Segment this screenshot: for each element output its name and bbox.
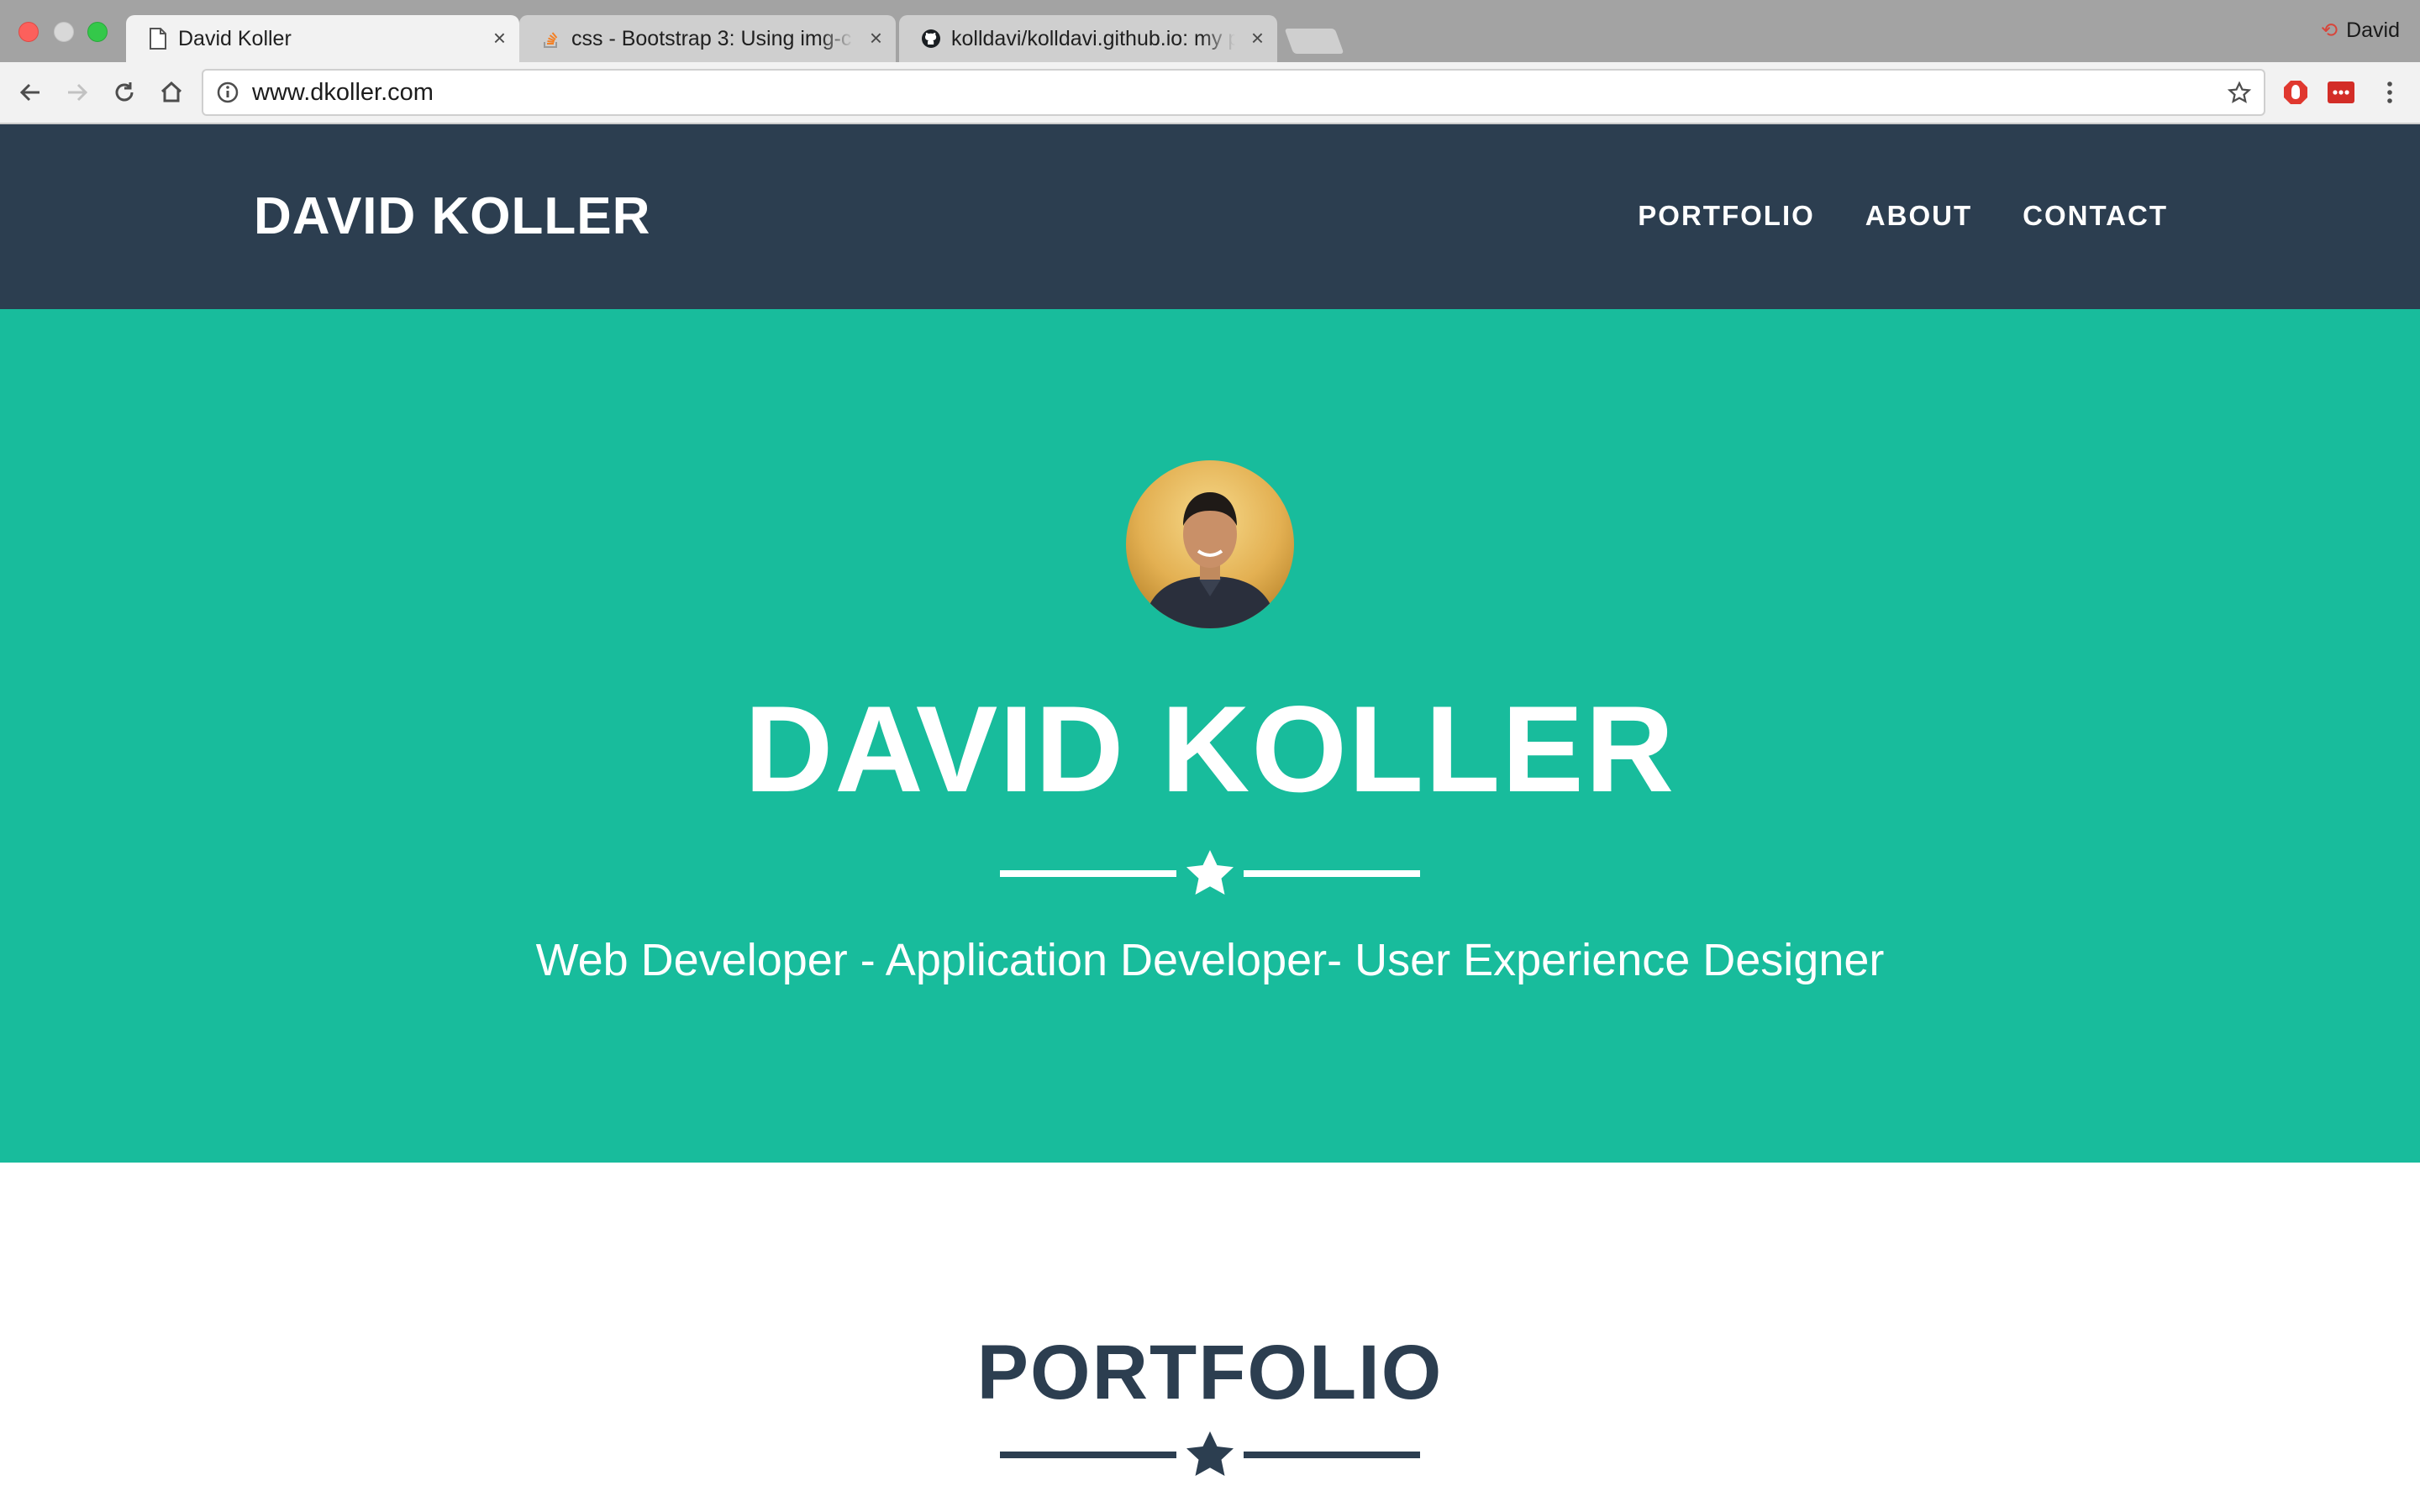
back-icon[interactable] xyxy=(13,76,47,109)
nav-link-about[interactable]: ABOUT xyxy=(1865,200,1972,232)
close-icon[interactable]: × xyxy=(1251,27,1264,49)
close-window-button[interactable] xyxy=(18,22,39,42)
browser-tab[interactable]: css - Bootstrap 3: Using img-c × xyxy=(519,15,896,62)
home-icon[interactable] xyxy=(155,76,188,109)
url-text: www.dkoller.com xyxy=(252,78,434,106)
address-bar[interactable]: www.dkoller.com xyxy=(202,69,2265,116)
site-brand-link[interactable]: DAVID KOLLER xyxy=(254,186,650,246)
profile-avatar xyxy=(1126,460,1294,628)
star-divider xyxy=(1000,1431,1420,1476)
lastpass-extension-icon[interactable] xyxy=(2326,77,2356,108)
portfolio-section: PORTFOLIO xyxy=(0,1163,2420,1512)
browser-tab[interactable]: kolldavi/kolldavi.github.io: my p × xyxy=(899,15,1277,62)
site-info-icon[interactable] xyxy=(215,80,240,105)
tab-title: David Koller xyxy=(178,26,292,50)
site-nav-menu: PORTFOLIO ABOUT CONTACT xyxy=(1638,200,2168,232)
page-icon xyxy=(148,28,168,50)
profile-button[interactable]: ⟲ David xyxy=(2321,18,2400,43)
github-icon xyxy=(921,29,941,49)
menu-kebab-icon[interactable] xyxy=(2375,77,2405,108)
browser-tab-strip: css - Bootstrap 3: Using img-c × kolldav… xyxy=(0,0,2420,62)
close-icon[interactable]: × xyxy=(493,27,506,49)
tab-title: kolldavi/kolldavi.github.io: my p xyxy=(951,26,1235,50)
section-title: PORTFOLIO xyxy=(976,1330,1444,1415)
stackoverflow-icon xyxy=(541,29,561,49)
browser-tab-active[interactable]: David Koller × xyxy=(126,15,519,62)
zoom-window-button[interactable] xyxy=(87,22,108,42)
adblock-extension-icon[interactable] xyxy=(2281,77,2311,108)
minimize-window-button[interactable] xyxy=(54,22,74,42)
nav-link-portfolio[interactable]: PORTFOLIO xyxy=(1638,200,1815,232)
forward-icon[interactable] xyxy=(60,76,94,109)
nav-link-contact[interactable]: CONTACT xyxy=(2023,200,2168,232)
star-divider xyxy=(1000,850,1420,895)
site-navbar: DAVID KOLLER PORTFOLIO ABOUT CONTACT xyxy=(0,124,2420,309)
browser-toolbar: www.dkoller.com xyxy=(0,62,2420,124)
hero-section: DAVID KOLLER Web Developer - Application… xyxy=(0,309,2420,1163)
new-tab-button[interactable] xyxy=(1284,29,1344,54)
hero-name: DAVID KOLLER xyxy=(744,680,1676,817)
hero-tagline: Web Developer - Application Developer- U… xyxy=(535,935,1885,985)
tab-title: css - Bootstrap 3: Using img-c xyxy=(571,26,852,50)
bookmark-star-icon[interactable] xyxy=(2225,79,2254,108)
profile-name: David xyxy=(2346,18,2400,42)
sync-paused-icon: ⟲ xyxy=(2320,19,2338,42)
reload-icon[interactable] xyxy=(108,76,141,109)
close-icon[interactable]: × xyxy=(870,27,882,49)
